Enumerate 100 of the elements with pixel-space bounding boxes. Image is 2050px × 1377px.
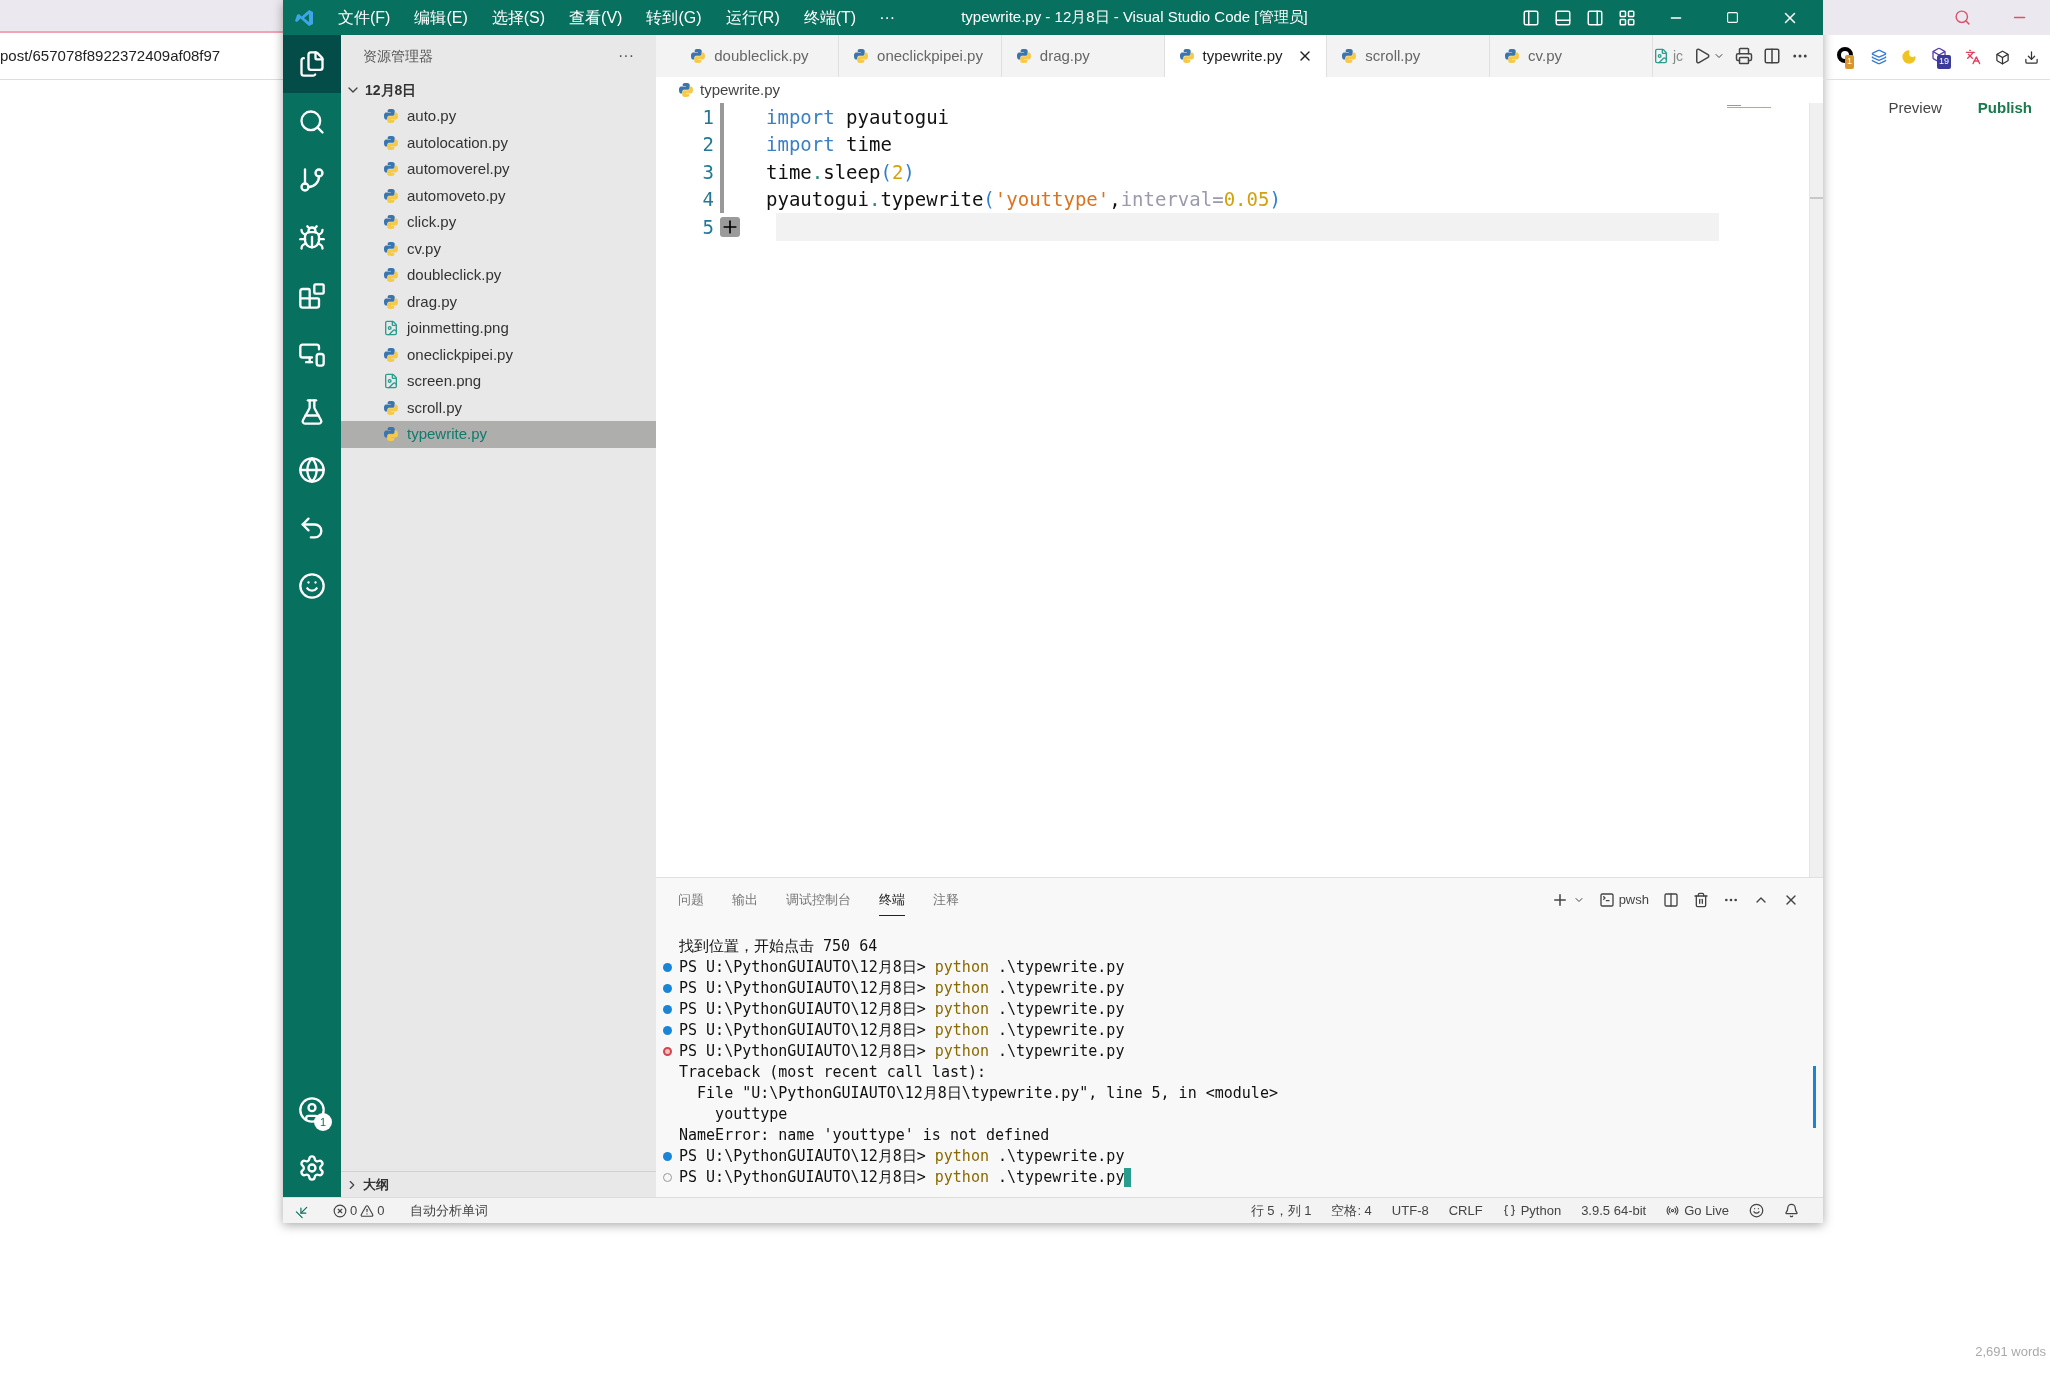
- breadcrumb[interactable]: typewrite.py: [700, 78, 781, 102]
- feedback-icon[interactable]: [1749, 1203, 1764, 1218]
- printer-icon[interactable]: [1735, 47, 1753, 65]
- secondary-sidebar-icon[interactable]: [1586, 8, 1604, 27]
- search-icon[interactable]: [1954, 9, 1971, 26]
- extension-badge: 19: [1937, 55, 1951, 69]
- python-icon: [690, 48, 707, 64]
- branch-icon[interactable]: [298, 166, 326, 194]
- python-icon: [383, 426, 399, 443]
- terminal-command: PS U:\PythonGUIAUTO\12月8日> python .\typewrite.py: [679, 978, 1125, 1000]
- sidebar-title: 资源管理器: [363, 46, 433, 66]
- file-item[interactable]: cv.py: [341, 235, 656, 262]
- trash-icon[interactable]: [1693, 892, 1709, 908]
- error-icon: [333, 1203, 347, 1218]
- file-item[interactable]: autolocation.py: [341, 129, 656, 156]
- python-icon: [383, 134, 399, 151]
- status-item[interactable]: UTF-8: [1391, 1200, 1429, 1221]
- line-number: 1: [701, 104, 715, 130]
- file-item[interactable]: click.py: [341, 209, 656, 236]
- files-icon: [298, 50, 326, 78]
- file-item[interactable]: auto.py: [341, 103, 656, 130]
- python-icon: [383, 267, 399, 284]
- menu-item[interactable]: 编辑(E): [403, 5, 479, 30]
- menu-item[interactable]: 文件(F): [327, 5, 402, 30]
- bug-icon[interactable]: [298, 224, 326, 252]
- globe-icon[interactable]: [298, 456, 326, 484]
- add-comment-icon[interactable]: [720, 216, 740, 237]
- run-icon[interactable]: [1693, 47, 1711, 65]
- code-line: import pyautogui: [766, 104, 951, 130]
- code-line: import time: [766, 132, 893, 157]
- status-item[interactable]: 自动分析单词: [410, 1200, 489, 1221]
- menu-item[interactable]: 运行(R): [714, 5, 791, 30]
- status-item[interactable]: 行 5，列 1: [1250, 1200, 1312, 1221]
- panel-tab[interactable]: 输出: [732, 884, 758, 916]
- folder-header[interactable]: 12月8日: [341, 77, 656, 103]
- terminal-output: File "U:\PythonGUIAUTO\12月8日\typewrite.py", line 5, in <module>: [696, 1083, 1278, 1105]
- terminal-command: PS U:\PythonGUIAUTO\12月8日> python .\typewrite.py: [679, 957, 1125, 979]
- download-icon[interactable]: [2024, 49, 2039, 65]
- header-link[interactable]: Preview: [1888, 96, 1942, 120]
- line-number: 3: [701, 159, 715, 185]
- account-badge: 1: [314, 1113, 332, 1131]
- split-terminal-icon[interactable]: [1663, 892, 1679, 908]
- search-icon[interactable]: [298, 108, 326, 136]
- file-item[interactable]: joinmetting.png: [341, 315, 656, 342]
- cube-icon[interactable]: [1995, 49, 2010, 65]
- file-item[interactable]: automoverel.py: [341, 156, 656, 183]
- terminal-output: youttype: [714, 1104, 788, 1126]
- status-item[interactable]: Go Live: [1666, 1200, 1729, 1221]
- settings-icon[interactable]: [298, 1154, 326, 1182]
- file-item[interactable]: screen.png: [341, 368, 656, 395]
- python-icon: [853, 48, 870, 64]
- account-icon[interactable]: [298, 1096, 326, 1124]
- status-item[interactable]: 3.9.5 64-bit: [1581, 1200, 1647, 1221]
- header-link[interactable]: Publish: [1977, 96, 2032, 120]
- file-item[interactable]: automoveto.py: [341, 182, 656, 209]
- panel-tab[interactable]: 调试控制台: [786, 884, 851, 916]
- status-item[interactable]: CRLF: [1448, 1200, 1483, 1221]
- word-count: 2,691 words: [1975, 1342, 2046, 1361]
- menu-item[interactable]: 终端(T): [792, 5, 868, 30]
- file-item[interactable]: scroll.py: [341, 394, 656, 421]
- scrollbar-thumb[interactable]: [1813, 1066, 1816, 1128]
- image-file-icon: [383, 320, 399, 337]
- notifications-icon[interactable]: [1784, 1203, 1799, 1218]
- status-item[interactable]: Python: [1502, 1200, 1562, 1221]
- more-menu-button[interactable]: ···: [869, 5, 906, 30]
- terminal-command: PS U:\PythonGUIAUTO\12月8日> python .\typewrite.py: [679, 1020, 1125, 1042]
- code-line: pyautogui.typewrite('youttype',interval=0.05): [766, 187, 1282, 212]
- editor-tab[interactable]: typewrite.py: [1164, 35, 1328, 77]
- python-icon: [383, 214, 399, 231]
- python-icon: [383, 187, 399, 204]
- broadcast-icon: [1666, 1204, 1680, 1217]
- extensions-icon[interactable]: [298, 282, 326, 310]
- smile-icon[interactable]: [298, 572, 326, 600]
- panel-tab[interactable]: 终端: [879, 883, 905, 917]
- maximize-icon[interactable]: [1726, 11, 1739, 24]
- terminal-command: PS U:\PythonGUIAUTO\12月8日> python .\typewrite.py: [679, 999, 1125, 1021]
- file-item[interactable]: doubleclick.py: [341, 262, 656, 289]
- layout-icon[interactable]: [1618, 8, 1636, 27]
- layers-icon[interactable]: [1871, 49, 1887, 65]
- warnings-indicator[interactable]: 0: [360, 1200, 385, 1221]
- translate-icon[interactable]: [1965, 49, 1981, 65]
- menu-item[interactable]: 查看(V): [558, 5, 634, 30]
- explorer-tab[interactable]: [283, 35, 341, 93]
- problems-indicator[interactable]: 0: [333, 1200, 358, 1221]
- split-editor-icon[interactable]: [1763, 47, 1781, 65]
- sidebar-toggle-icon[interactable]: [1522, 8, 1540, 27]
- window-title: typewrite.py - 12月8日 - Visual Studio Code [管理员]: [961, 7, 1308, 28]
- file-item[interactable]: drag.py: [341, 288, 656, 315]
- menu-item[interactable]: 选择(S): [480, 5, 557, 30]
- shell-label[interactable]: pwsh: [1618, 890, 1649, 910]
- panel-toggle-icon[interactable]: [1554, 8, 1572, 27]
- more-actions-button[interactable]: ···: [618, 44, 634, 68]
- url-text[interactable]: post/657078f8922372409af08f97: [0, 44, 221, 68]
- file-item[interactable]: oneclickpipei.py: [341, 341, 656, 368]
- terminal-command: PS U:\PythonGUIAUTO\12月8日> python .\typewrite.py: [679, 1166, 1132, 1189]
- status-item[interactable]: 空格: 4: [1331, 1200, 1372, 1221]
- panel-tab[interactable]: 问题: [678, 884, 704, 916]
- image-file-icon: [383, 373, 399, 390]
- panel-tab[interactable]: 注释: [933, 884, 959, 916]
- menu-item[interactable]: 转到(G): [635, 5, 713, 30]
